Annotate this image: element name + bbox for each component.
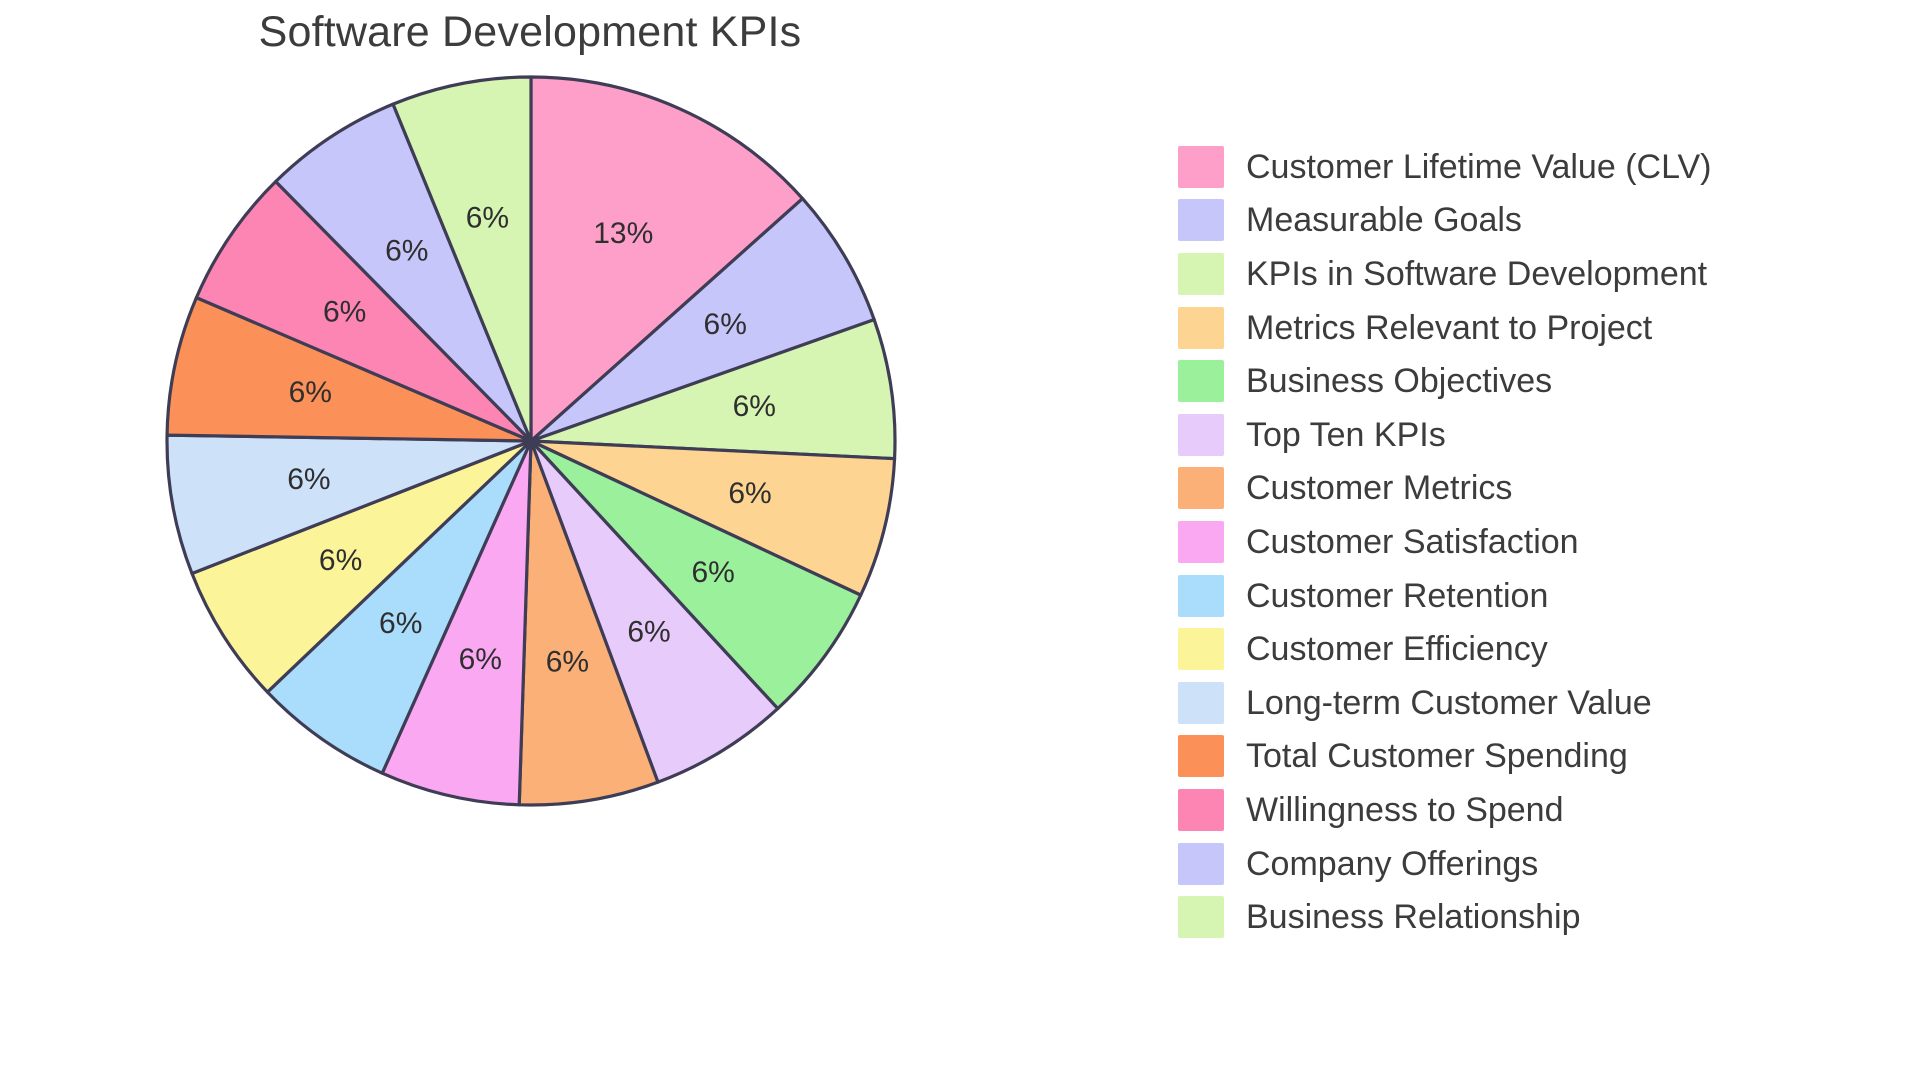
legend-item-label: Long-term Customer Value bbox=[1246, 683, 1652, 722]
legend-color-swatch bbox=[1178, 360, 1224, 403]
pie-slice-percent-label: 6% bbox=[704, 308, 747, 341]
legend-item[interactable]: Long-term Customer Value bbox=[1178, 676, 1898, 730]
pie-chart: 13% 6% 6% 6% 6% 6% 6% 6% 6% 6% 6% 6% 6% 6% 6% bbox=[0, 0, 1100, 1080]
legend-item[interactable]: KPIs in Software Development bbox=[1178, 247, 1898, 301]
legend-color-swatch bbox=[1178, 681, 1224, 724]
pie-chart-svg: 13% 6% 6% 6% 6% 6% 6% 6% 6% 6% 6% 6% 6% 6% 6% bbox=[165, 75, 897, 807]
legend-item[interactable]: Willingness to Spend bbox=[1178, 783, 1898, 837]
legend: Customer Lifetime Value (CLV) Measurable … bbox=[1178, 140, 1898, 944]
legend-color-swatch bbox=[1178, 574, 1224, 617]
legend-item-label: Company Offerings bbox=[1246, 844, 1539, 883]
pie-slice-percent-label: 6% bbox=[323, 296, 366, 329]
pie-slices-group bbox=[165, 75, 897, 807]
legend-item[interactable]: Customer Efficiency bbox=[1178, 622, 1898, 676]
legend-color-swatch bbox=[1178, 788, 1224, 831]
legend-color-swatch bbox=[1178, 520, 1224, 563]
pie-slice-percent-label: 6% bbox=[728, 477, 771, 510]
legend-color-swatch bbox=[1178, 145, 1224, 188]
legend-item-label: Customer Efficiency bbox=[1246, 630, 1548, 669]
legend-item[interactable]: Total Customer Spending bbox=[1178, 730, 1898, 784]
pie-slice-percent-label: 6% bbox=[691, 556, 734, 589]
legend-item-label: Customer Lifetime Value (CLV) bbox=[1246, 147, 1712, 186]
legend-item-label: KPIs in Software Development bbox=[1246, 254, 1708, 293]
pie-slice-percent-label: 6% bbox=[459, 643, 502, 676]
legend-color-swatch bbox=[1178, 467, 1224, 510]
legend-item[interactable]: Customer Lifetime Value (CLV) bbox=[1178, 140, 1898, 194]
legend-color-swatch bbox=[1178, 896, 1224, 939]
legend-color-swatch bbox=[1178, 413, 1224, 456]
legend-color-swatch bbox=[1178, 735, 1224, 778]
legend-item-label: Business Objectives bbox=[1246, 362, 1553, 401]
pie-slice-percent-label: 13% bbox=[593, 217, 653, 250]
legend-item[interactable]: Company Offerings bbox=[1178, 837, 1898, 891]
pie-slice-percent-label: 6% bbox=[379, 607, 422, 640]
legend-color-swatch bbox=[1178, 628, 1224, 671]
legend-color-swatch bbox=[1178, 842, 1224, 885]
legend-item-label: Customer Satisfaction bbox=[1246, 522, 1579, 561]
legend-item[interactable]: Metrics Relevant to Project bbox=[1178, 301, 1898, 355]
legend-item[interactable]: Customer Retention bbox=[1178, 569, 1898, 623]
legend-item[interactable]: Customer Metrics bbox=[1178, 462, 1898, 516]
legend-color-swatch bbox=[1178, 306, 1224, 349]
pie-slice-percent-label: 6% bbox=[733, 390, 776, 423]
legend-item-label: Top Ten KPIs bbox=[1246, 415, 1446, 454]
legend-item-label: Customer Metrics bbox=[1246, 469, 1513, 508]
legend-color-swatch bbox=[1178, 199, 1224, 242]
legend-item[interactable]: Customer Satisfaction bbox=[1178, 515, 1898, 569]
pie-slice-percent-label: 6% bbox=[289, 376, 332, 409]
pie-slice-percent-label: 6% bbox=[627, 615, 670, 648]
pie-slice-percent-label: 6% bbox=[319, 544, 362, 577]
legend-item-label: Metrics Relevant to Project bbox=[1246, 308, 1653, 347]
legend-item[interactable]: Measurable Goals bbox=[1178, 194, 1898, 248]
legend-item-label: Customer Retention bbox=[1246, 576, 1549, 615]
legend-color-swatch bbox=[1178, 252, 1224, 295]
legend-item[interactable]: Top Ten KPIs bbox=[1178, 408, 1898, 462]
legend-item-label: Willingness to Spend bbox=[1246, 790, 1564, 829]
legend-item-label: Business Relationship bbox=[1246, 898, 1581, 937]
pie-slice-percent-label: 6% bbox=[546, 646, 589, 679]
legend-item[interactable]: Business Objectives bbox=[1178, 354, 1898, 408]
legend-item-label: Measurable Goals bbox=[1246, 201, 1522, 240]
pie-slice-percent-label: 6% bbox=[466, 201, 509, 234]
pie-slice-percent-label: 6% bbox=[287, 463, 330, 496]
legend-item[interactable]: Business Relationship bbox=[1178, 890, 1898, 944]
legend-item-label: Total Customer Spending bbox=[1246, 737, 1628, 776]
chart-page: Software Development KPIs 13% 6% 6% 6% 6% 6% 6… bbox=[0, 0, 1920, 1080]
pie-slice-percent-label: 6% bbox=[385, 235, 428, 268]
